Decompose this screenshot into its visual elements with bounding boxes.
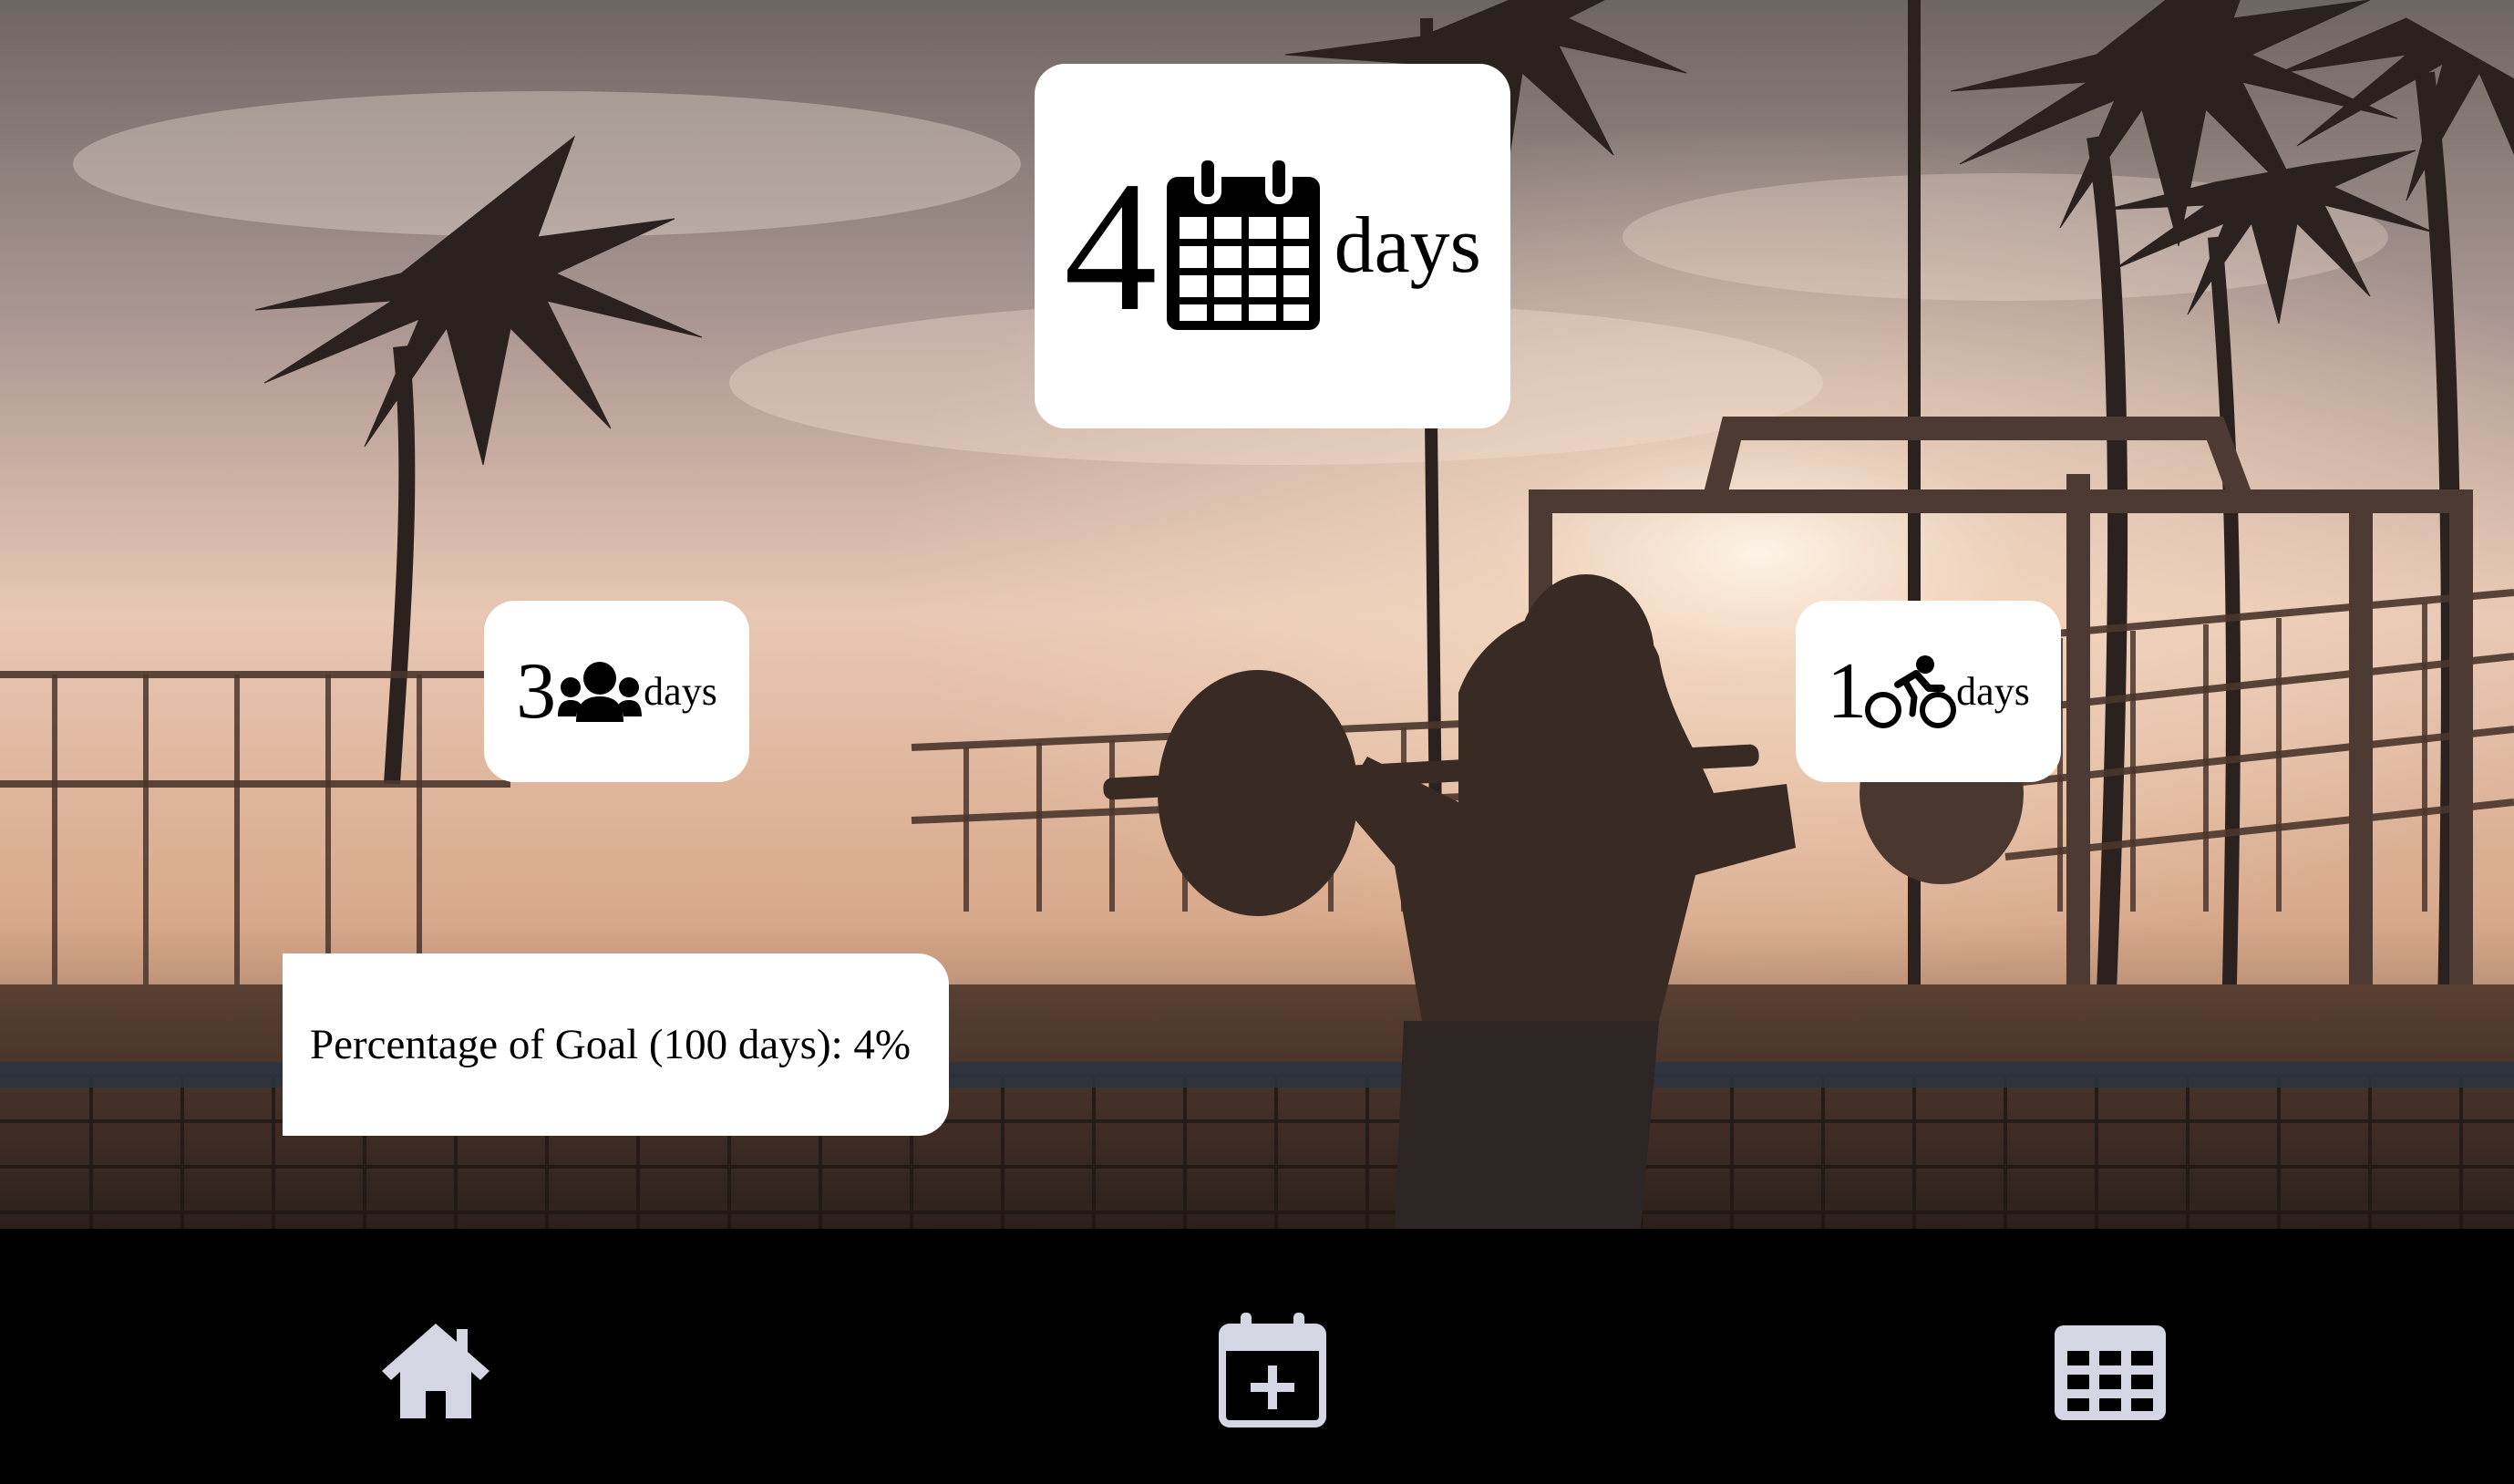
nav-table-button[interactable] [2046,1306,2174,1434]
total-days-value: 4 [1064,142,1158,350]
goal-progress-card: Percentage of Goal (100 days): 4% [283,953,949,1136]
home-icon [382,1324,489,1418]
cycling-days-value: 1 [1827,646,1868,736]
calendar-plus-icon [1219,1313,1326,1427]
goal-progress-text: Percentage of Goal (100 days): 4% [310,1021,912,1068]
total-days-unit: days [1334,201,1481,290]
calendar-icon [1166,157,1320,330]
users-icon [558,661,643,722]
cycling-days-unit: days [1956,668,2030,714]
nav-add-workout-button[interactable] [1209,1306,1336,1434]
total-days-card: 4 days [1035,64,1510,428]
group-days-card: 3 days [484,601,749,782]
cycling-days-card: 1 days [1796,601,2061,782]
group-days-unit: days [644,668,717,714]
cycling-icon [1865,654,1957,728]
group-days-value: 3 [516,646,557,736]
nav-home-button[interactable] [372,1306,500,1434]
app-screen: 4 days 3 days 1 days Percentage of Goal … [0,0,2514,1484]
bottom-nav [0,1229,2514,1484]
table-icon [2055,1325,2166,1420]
